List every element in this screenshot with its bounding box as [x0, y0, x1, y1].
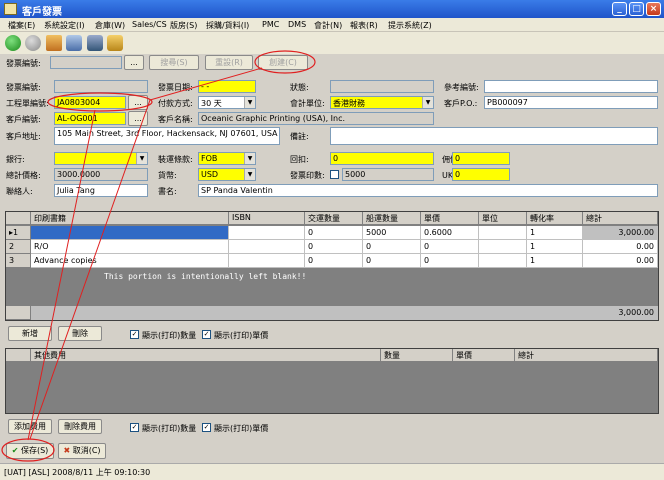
- annotation-arrow: [27, 109, 96, 441]
- annotation-arrow: [29, 99, 151, 440]
- annotation-ellipse-job-no: [47, 92, 153, 112]
- annotation-ellipse-create: [254, 50, 316, 74]
- annotation-arrow: [149, 67, 263, 101]
- annotation-ellipse-save: [1, 438, 55, 462]
- annotation-overlay: [1, 50, 316, 462]
